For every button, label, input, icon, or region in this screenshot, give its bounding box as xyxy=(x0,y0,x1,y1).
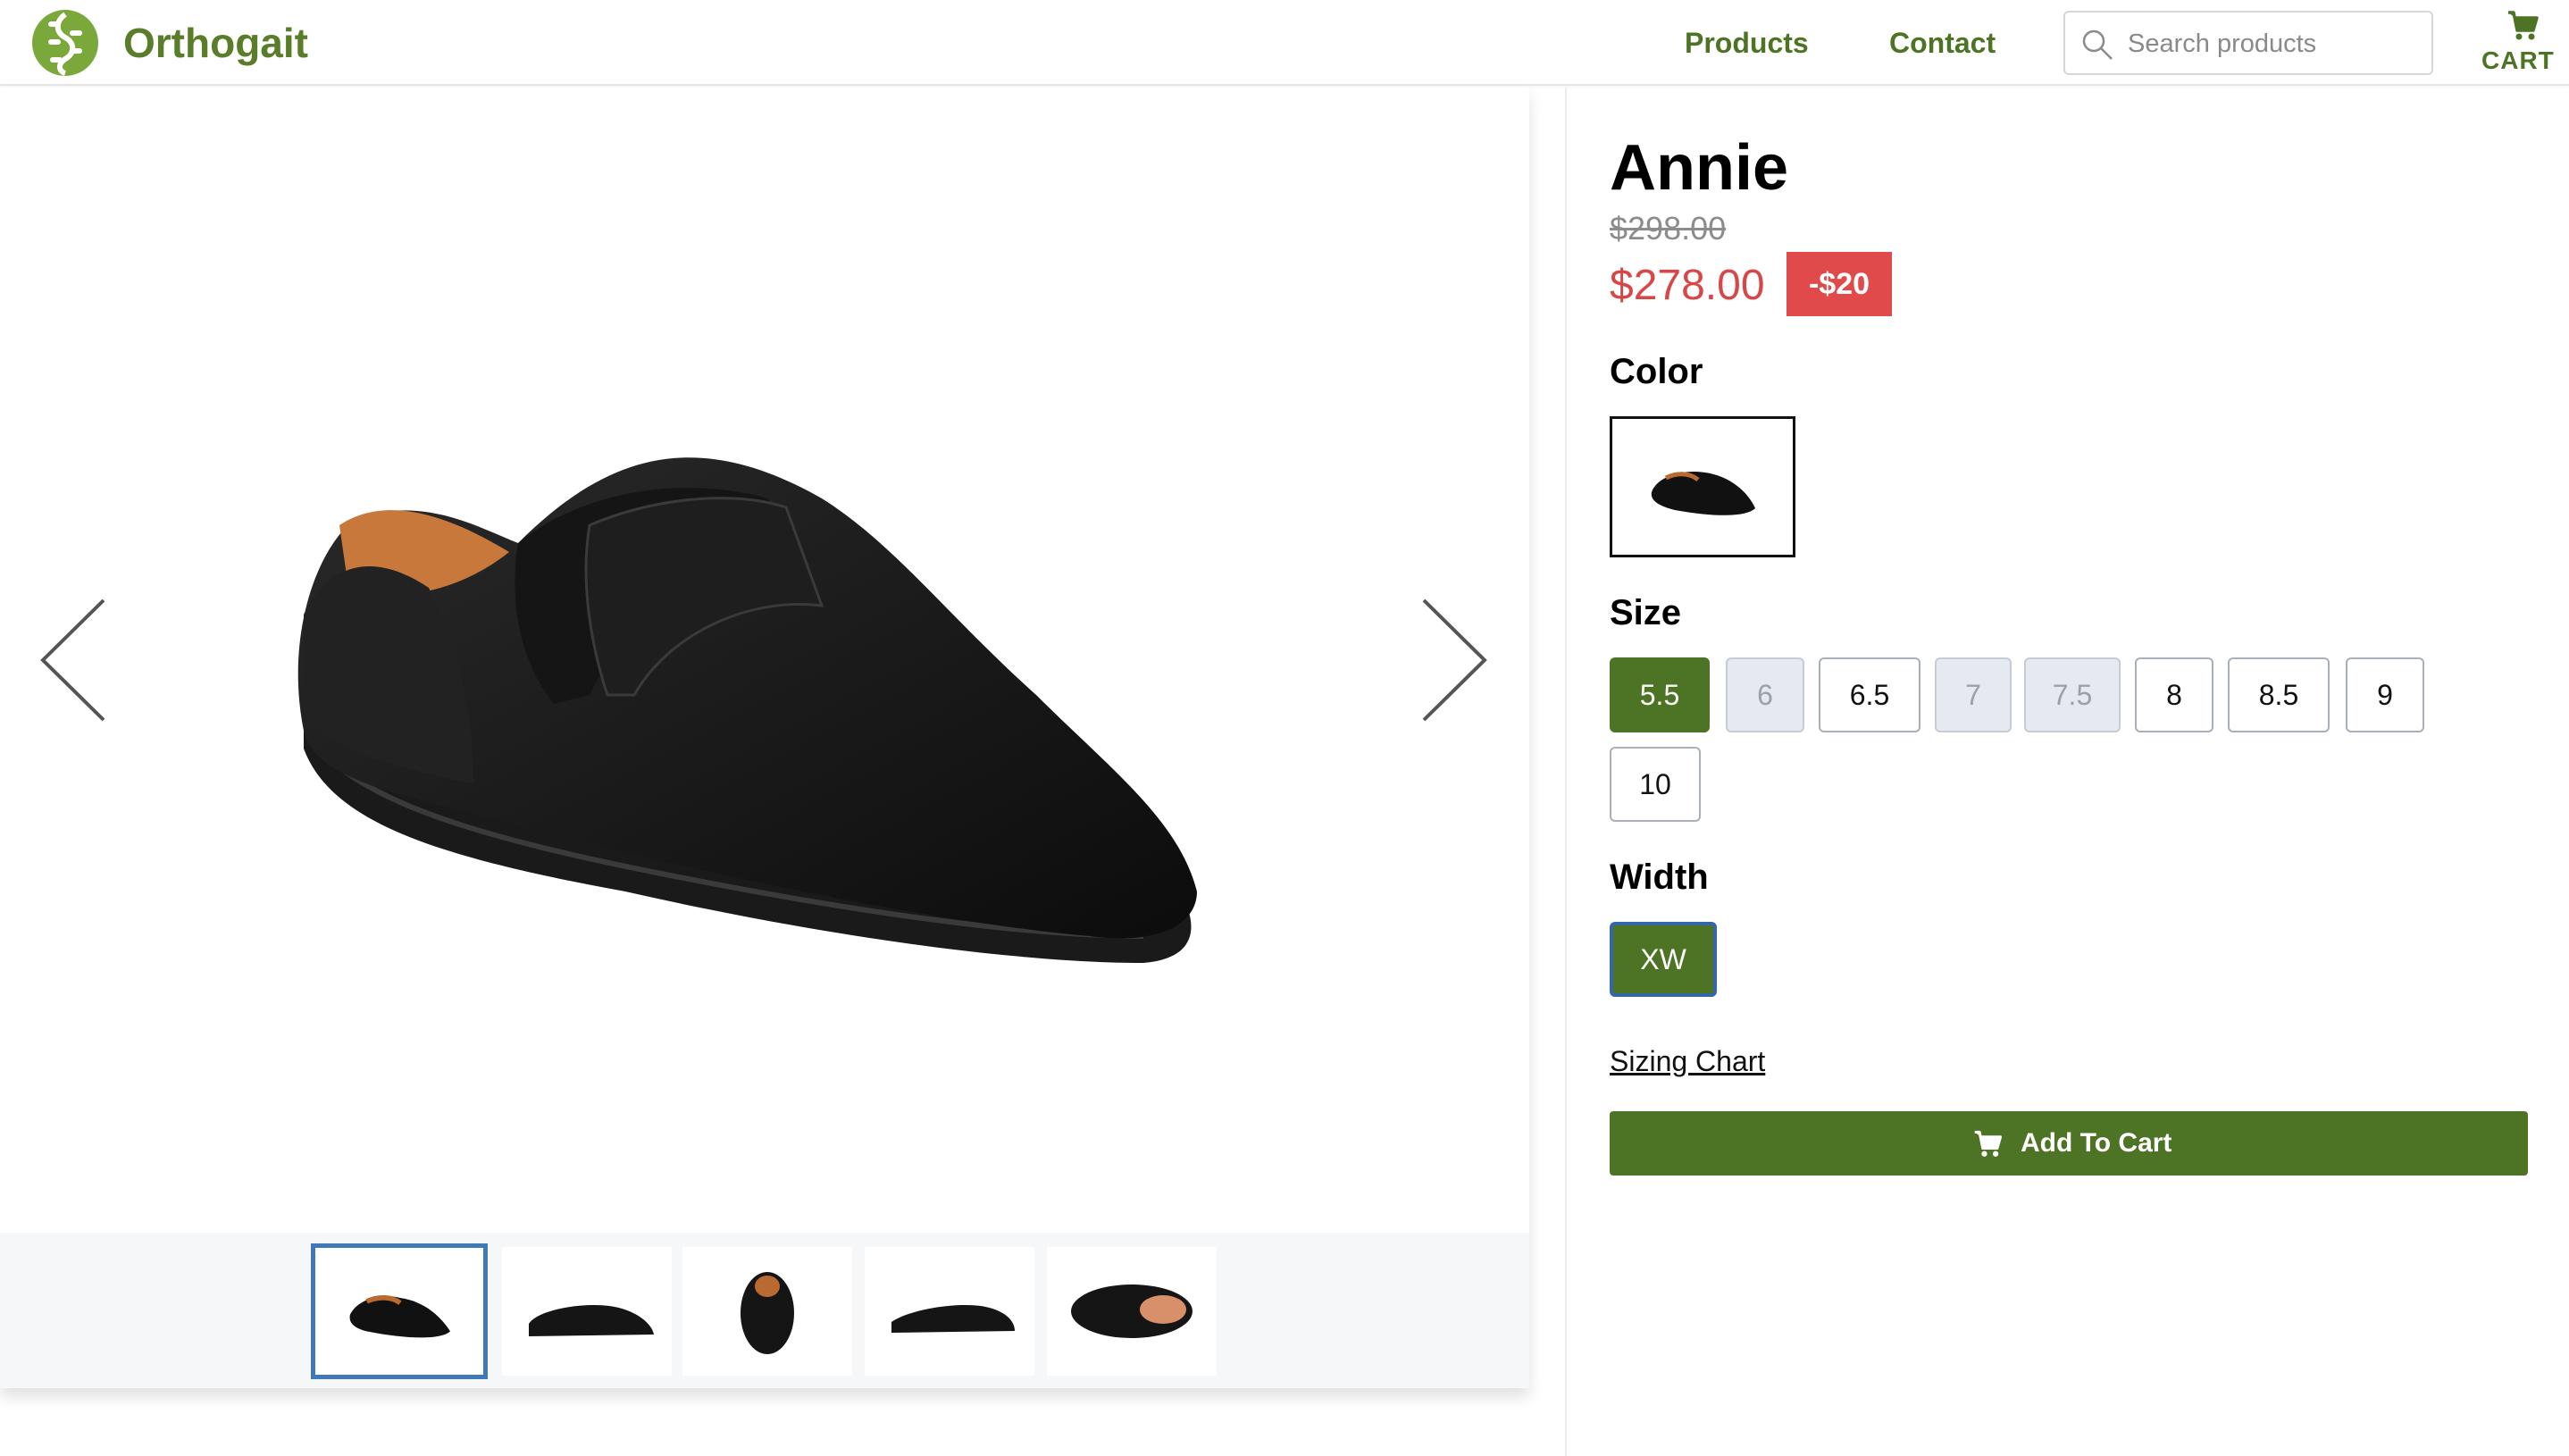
size-option-6-5[interactable]: 6.5 xyxy=(1819,657,1920,732)
size-option-9[interactable]: 9 xyxy=(2346,657,2424,732)
size-option-8-5[interactable]: 8.5 xyxy=(2228,657,2330,732)
spine-logo-icon[interactable] xyxy=(29,9,102,77)
cart-label: CART xyxy=(2481,46,2555,74)
nav-contact-link[interactable]: Contact xyxy=(1889,23,1996,63)
discount-badge: -$20 xyxy=(1787,252,1892,316)
search-input[interactable] xyxy=(2128,21,2423,66)
cart-icon xyxy=(1974,1130,2003,1157)
size-label: Size xyxy=(1610,593,1682,632)
cart-button[interactable]: CART xyxy=(2476,7,2565,79)
sale-price: $278.00 xyxy=(1610,262,1765,309)
add-to-cart-button[interactable]: Add To Cart xyxy=(1610,1111,2528,1176)
thumbnail-strip xyxy=(0,1233,1529,1388)
product-main-image xyxy=(297,457,1198,963)
size-option-5-5[interactable]: 5.5 xyxy=(1610,657,1710,732)
site-header: Orthogait Products Contact CART xyxy=(0,0,2569,86)
thumbnail-4[interactable] xyxy=(865,1247,1034,1376)
product-title: Annie xyxy=(1610,132,1789,204)
brand-name[interactable]: Orthogait xyxy=(123,16,308,70)
cart-icon xyxy=(2508,11,2539,40)
size-option-10[interactable]: 10 xyxy=(1610,747,1701,822)
thumbnail-3[interactable] xyxy=(682,1247,852,1376)
thumbnail-5[interactable] xyxy=(1047,1247,1217,1376)
sizing-chart-link[interactable]: Sizing Chart xyxy=(1610,1042,1765,1081)
width-label: Width xyxy=(1610,858,1709,897)
width-option-xw[interactable]: XW xyxy=(1610,922,1717,997)
panel-divider xyxy=(1565,88,1567,1456)
original-price: $298.00 xyxy=(1610,210,1727,247)
nav-products-link[interactable]: Products xyxy=(1685,23,1809,63)
color-swatch-black[interactable] xyxy=(1610,416,1795,557)
chevron-left-icon[interactable] xyxy=(32,593,113,727)
size-option-7-5: 7.5 xyxy=(2024,657,2121,732)
size-option-7: 7 xyxy=(1935,657,2012,732)
thumbnail-2[interactable] xyxy=(502,1247,672,1376)
product-gallery xyxy=(0,88,1529,1388)
size-option-8[interactable]: 8 xyxy=(2135,657,2213,732)
search-icon xyxy=(2082,29,2113,60)
chevron-right-icon[interactable] xyxy=(1415,593,1495,727)
size-option-6: 6 xyxy=(1726,657,1804,732)
thumbnail-1[interactable] xyxy=(311,1243,488,1379)
color-label: Color xyxy=(1610,352,1703,391)
add-to-cart-label: Add To Cart xyxy=(2021,1128,2172,1158)
search-box xyxy=(2063,11,2433,75)
